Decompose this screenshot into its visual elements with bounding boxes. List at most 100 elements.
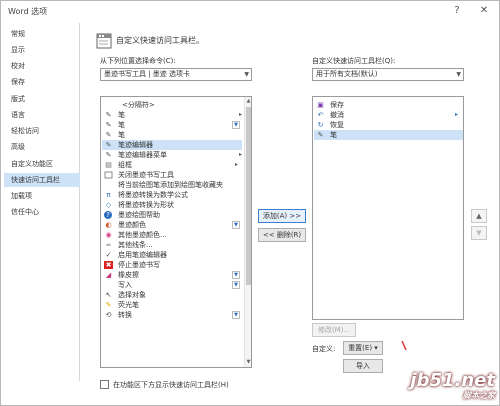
options-sidebar: 常规 显示 校对 保存 版式 语言 轻松访问 高级 自定义功能区 快速访问工具栏… [4,23,80,381]
sidebar-item-general[interactable]: 常规 [4,27,80,41]
page-title: 自定义快速访问工具栏。 [116,36,204,45]
show-below-ribbon-label: 在功能区下方显示快速访问工具栏(H) [113,381,229,389]
dialog-title: Word 选项 [8,7,48,16]
command-item[interactable]: ✎ 笔迹编辑器菜单 ▸ [102,150,242,160]
toolbar-item[interactable]: ↶ 撤消 ▸ [314,110,463,120]
command-item[interactable]: <分隔符> [102,100,242,110]
sidebar-item-display[interactable]: 显示 [4,43,80,57]
pen-icon: ✎ [317,131,324,139]
sidebar-item-trust-center[interactable]: 信任中心 [4,205,80,219]
sidebar-item-proofing[interactable]: 校对 [4,59,80,73]
site-watermark: jb51.net 脚本之家 [410,371,495,401]
command-item[interactable]: 将当前绘图笔添加到绘图笔收藏夹 [102,180,242,190]
import-export-button[interactable]: 导入 [343,359,383,373]
dropdown-indicator-icon: ▼ [232,311,240,319]
modify-button[interactable]: 修改(M)... [312,323,356,337]
eraser-icon: ◢ [105,271,112,279]
sidebar-item-add-ins[interactable]: 加载项 [4,189,80,203]
scroll-up-icon[interactable]: ▲ [245,98,251,105]
toolbar-item[interactable]: ▣ 保存 [314,100,463,110]
command-item[interactable]: ✎ 笔 [102,130,242,140]
main-panel: 自定义快速访问工具栏。 从下列位置选择命令(C): 墨迹书写工具 | 墨迹 选项… [81,23,499,403]
close-ink-icon [104,171,113,179]
command-item[interactable]: ✎ 笔 ▼ [102,120,242,130]
scroll-down-icon[interactable]: ▼ [245,359,251,366]
toolbar-item-label: 恢复 [330,121,344,129]
toolbar-item[interactable]: ✎ 笔 [314,130,463,140]
commands-source-select[interactable]: 墨迹书写工具 | 墨迹 选项卡 ▼ [100,68,252,81]
command-item[interactable]: ═ 其他线条... [102,240,242,250]
command-label: 关闭墨迹书写工具 [118,171,174,179]
commands-scrollbar[interactable]: ▲ ▼ [244,97,251,367]
reset-button[interactable]: 重置(E) ▾ [343,341,383,355]
commands-source-label: 从下列位置选择命令(C): [100,57,176,65]
quick-access-toolbar-list[interactable]: ▣ 保存 ↶ 撤消 ▸ ↻ 恢复 ✎ 笔 [312,96,464,320]
command-item[interactable]: ◉ 其他墨迹颜色... [102,230,242,240]
command-label: 其他墨迹颜色... [118,231,167,239]
redo-icon: ↻ [317,121,324,129]
command-label: 将墨迹转换为数学公式 [118,191,188,199]
command-item[interactable]: ✖ 停止墨迹书写 [102,260,242,270]
help-button[interactable]: ? [448,3,466,19]
submenu-arrow-icon: ▸ [238,151,242,158]
command-item[interactable]: ✎ 笔迹编辑器 [102,140,242,150]
sidebar-item-language[interactable]: 语言 [4,108,80,122]
watermark-line-2: 脚本之家 [463,391,495,400]
line-icon: ═ [106,241,111,249]
cursor-pointer-icon [401,340,407,351]
command-item[interactable]: ✎ 笔 ▸ [102,110,242,120]
command-label: 转换 [118,311,132,319]
dropdown-indicator-icon: ▼ [232,281,240,289]
commands-list[interactable]: <分隔符> ✎ 笔 ▸ ✎ 笔 ▼ ✎ 笔 ✎ 笔迹编辑器 ✎ 笔迹编辑器菜单 … [100,96,252,368]
show-below-ribbon-checkbox[interactable] [100,380,109,389]
ink-math-icon: π [106,191,111,199]
pen-icon: ✎ [105,131,112,139]
watermark-line-1: jb51.net [410,370,495,391]
pen-editor-menu-icon: ✎ [105,151,112,159]
sidebar-item-accessibility[interactable]: 轻松访问 [4,124,80,138]
command-item[interactable]: ↖ 选择对象 [102,290,242,300]
command-item[interactable]: ◢ 橡皮擦 ▼ [102,270,242,280]
command-item[interactable]: ⟲ 转换 ▼ [102,310,242,320]
command-item[interactable]: ✓ 启用笔迹编辑器 [102,250,242,260]
remove-button[interactable]: << 删除(R) [258,228,306,242]
command-label: 笔迹编辑器菜单 [118,151,167,159]
sidebar-item-advanced[interactable]: 高级 [4,140,80,154]
command-item[interactable]: π 将墨迹转换为数学公式 [102,190,242,200]
sidebar-item-save[interactable]: 保存 [4,75,80,89]
toolbar-scope-label: 自定义快速访问工具栏(Q): [312,57,396,65]
command-label: 将当前绘图笔添加到绘图笔收藏夹 [118,181,223,189]
command-item[interactable]: 关闭墨迹书写工具 [102,170,242,180]
toolbar-scope-select[interactable]: 用于所有文档(默认) ▼ [312,68,464,81]
sidebar-item-customize-ribbon[interactable]: 自定义功能区 [4,157,80,171]
pen-icon: ✎ [105,121,112,129]
help-icon: ? [104,211,112,219]
move-up-button[interactable]: ▲ [471,209,487,223]
command-item[interactable]: ✎ 荧光笔 [102,300,242,310]
command-label: 其他线条... [118,241,153,249]
group-icon: ▤ [105,161,112,169]
command-item[interactable]: ? 墨迹绘图帮助 [102,210,242,220]
ink-shape-icon: ◇ [105,201,112,209]
submenu-arrow-icon: ▸ [454,111,458,118]
add-button[interactable]: 添加(A) >> [258,209,306,223]
command-label: 橡皮擦 [118,271,139,279]
sidebar-item-layout[interactable]: 版式 [4,92,80,106]
command-label: 选择对象 [118,291,146,299]
toolbar-item[interactable]: ↻ 恢复 [314,120,463,130]
command-item[interactable]: ▤ 组框 ▸ [102,160,242,170]
toolbar-item-label: 保存 [330,101,344,109]
scroll-thumb[interactable] [246,107,251,285]
palette-icon: ◉ [105,231,112,239]
move-down-button[interactable]: ▼ [471,226,487,240]
command-item[interactable]: ◐ 墨迹颜色 ▼ [102,220,242,230]
toolbar-scope-value: 用于所有文档(默认) [316,70,378,78]
command-label: 荧光笔 [118,301,139,309]
command-item[interactable]: ◇ 将墨迹转换为形状 [102,200,242,210]
chevron-down-icon: ▼ [456,71,461,78]
customize-label: 自定义: [312,345,336,353]
close-button[interactable]: ✕ [475,3,493,19]
sidebar-item-quick-access-toolbar[interactable]: 快速访问工具栏 [4,173,80,187]
command-label: 停止墨迹书写 [118,261,160,269]
command-item[interactable]: 写入 ▼ [102,280,242,290]
